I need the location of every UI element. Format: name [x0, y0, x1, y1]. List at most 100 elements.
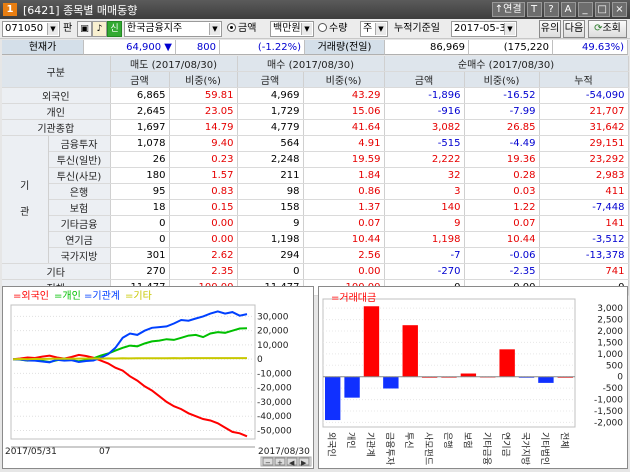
cell-col-4: -1,896 — [384, 87, 465, 104]
cell-col-0: 1,697 — [110, 119, 170, 136]
lock-icon[interactable]: ▣ — [77, 21, 92, 37]
y-tick-label: 500 — [606, 361, 623, 371]
cell-col-0: 270 — [110, 263, 170, 280]
cell-col-2: 564 — [237, 135, 304, 152]
y-tick-label: 2,500 — [597, 316, 623, 326]
cell-col-0: 1,078 — [110, 135, 170, 152]
qty-unit-select[interactable]: 주 ▼ — [360, 21, 388, 37]
zoom-glyph: ▶ — [301, 459, 307, 467]
zoom-glyph: + — [277, 459, 283, 467]
unit-value: 백만원 — [273, 23, 301, 34]
row-label: 투신(일반) — [48, 151, 111, 168]
prev-volume: (175,220 — [469, 40, 553, 55]
qty-unit-value: 주 — [363, 23, 373, 34]
chevron-down-icon[interactable]: ▼ — [301, 23, 312, 35]
search-button[interactable]: ⟳조회 — [588, 20, 627, 38]
table-row[interactable]: 투신(사모) 180 1.57 211 1.84 32 0.28 2,983 — [2, 167, 629, 184]
radio-dot-icon — [227, 23, 236, 32]
row-label: 기타 — [2, 263, 111, 280]
x-tick-label: 외국인 — [326, 432, 338, 457]
x-tick-label: 기타금융 — [481, 432, 492, 465]
font-button[interactable]: A — [560, 2, 576, 17]
cell-col-6: 411 — [539, 183, 629, 200]
row-label: 연기금 — [48, 231, 111, 248]
caution-button[interactable]: 유의 — [539, 20, 561, 38]
cell-col-5: 26.85 — [464, 119, 540, 136]
table-row[interactable]: 기관종합 1,697 14.79 4,779 41.64 3,082 26.85 31,642 — [2, 119, 629, 136]
link-button[interactable]: ↑연결 — [491, 2, 525, 17]
stock-name-field[interactable]: 한국금융지주 ▼ — [124, 21, 222, 37]
bar-chart-svg: 3,0002,5002,0001,5001,0005000-500-1,000-… — [322, 292, 624, 466]
chevron-down-icon[interactable]: ▼ — [375, 23, 386, 35]
table-row[interactable]: 기타금융 0 0.00 9 0.07 9 0.07 141 — [2, 215, 629, 232]
radio-amount[interactable]: 금액 — [227, 21, 256, 37]
cell-col-0: 2,645 — [110, 103, 170, 120]
pan-label[interactable]: 판 — [63, 21, 72, 37]
table-row[interactable]: 투신(일반) 26 0.23 2,248 19.59 2,222 19.36 23,292 — [2, 151, 629, 168]
legend-entry: =외국인 — [13, 290, 49, 302]
cell-col-0: 0 — [110, 215, 170, 232]
table-row[interactable]: 개인 2,645 23.05 1,729 15.06 -916 -7.99 21,707 — [2, 103, 629, 120]
change-percent: (-1.22%) — [220, 40, 305, 55]
base-date-input[interactable]: 2017-05-31 ▼ — [451, 21, 517, 37]
x-tick-label: 은행 — [442, 432, 454, 449]
legend-entry: =거래대금 — [331, 292, 376, 304]
table-row[interactable]: 기타 270 2.35 0 0.00 -270 -2.35 741 — [2, 263, 629, 280]
sin-badge[interactable]: 신 — [107, 21, 122, 37]
table-row[interactable]: 외국인 6,865 59.81 4,969 43.29 -1,896 -16.52 -54,0… — [2, 87, 629, 104]
y-tick-label: 0 — [617, 373, 623, 383]
cell-col-1: 0.00 — [169, 215, 238, 232]
table-row[interactable]: 국가지방 301 2.62 294 2.56 -7 -0.06 -13,378 — [2, 247, 629, 264]
bell-icon[interactable]: ♪ — [92, 21, 107, 37]
gigwan-char-2: 관 — [20, 206, 30, 218]
cell-col-6: 23,292 — [539, 151, 629, 168]
t-button[interactable]: T — [526, 2, 542, 17]
chevron-down-icon[interactable]: ▼ — [47, 23, 58, 35]
cell-col-6: 21,707 — [539, 103, 629, 120]
y-tick-label: 20,000 — [257, 327, 289, 337]
chevron-down-icon[interactable]: ▼ — [209, 23, 220, 35]
radio-qty-label: 수량 — [329, 23, 348, 34]
y-tick-label: -50,000 — [257, 426, 292, 436]
volume-value: 86,969 — [385, 40, 469, 55]
subheader-5: 비중(%) — [464, 71, 540, 88]
cell-col-4: 1,198 — [384, 231, 465, 248]
radio-qty[interactable]: 수량 — [318, 21, 347, 37]
cell-col-6: 741 — [539, 263, 629, 280]
y-tick-label: 3,000 — [597, 304, 623, 314]
cell-col-1: 1.57 — [169, 167, 238, 184]
cell-col-1: 2.35 — [169, 263, 238, 280]
bar-1 — [344, 376, 360, 398]
cell-col-3: 0.07 — [303, 215, 385, 232]
close-button[interactable]: × — [612, 2, 627, 17]
cell-col-2: 158 — [237, 199, 304, 216]
stock-code-input[interactable]: 071050 ▼ — [2, 21, 60, 37]
cell-col-5: 1.22 — [464, 199, 540, 216]
cell-col-0: 301 — [110, 247, 170, 264]
row-label: 투신(사모) — [48, 167, 111, 184]
legend-entry: =기관계 — [84, 290, 120, 302]
row-label: 금융투자 — [48, 135, 111, 152]
bar-9 — [499, 349, 515, 377]
bar-3 — [383, 376, 399, 389]
maximize-button[interactable]: □ — [594, 2, 610, 17]
row-label: 외국인 — [2, 87, 111, 104]
chevron-down-icon[interactable]: ▼ — [504, 23, 515, 35]
cell-col-3: 4.91 — [303, 135, 385, 152]
price-label: 현재가 — [2, 40, 84, 55]
next-button[interactable]: 다음 — [563, 20, 585, 38]
cell-col-3: 15.06 — [303, 103, 385, 120]
unit-select[interactable]: 백만원 ▼ — [270, 21, 314, 37]
table-row[interactable]: 기 관 금융투자 1,078 9.40 564 4.91 -515 -4.49 29,151 — [2, 135, 629, 264]
y-tick-label: -500 — [603, 384, 624, 394]
table-row[interactable]: 은행 95 0.83 98 0.86 3 0.03 411 — [2, 183, 629, 200]
cell-col-4: -916 — [384, 103, 465, 120]
cell-col-5: 0.03 — [464, 183, 540, 200]
cell-col-5: -4.49 — [464, 135, 540, 152]
help-button[interactable]: ? — [543, 2, 559, 17]
table-row[interactable]: 연기금 0 0.00 1,198 10.44 1,198 10.44 -3,512 — [2, 231, 629, 248]
minimize-button[interactable]: _ — [577, 2, 593, 17]
plot-area — [322, 298, 576, 428]
y-tick-label: 10,000 — [257, 341, 289, 351]
table-row[interactable]: 보험 18 0.15 158 1.37 140 1.22 -7,448 — [2, 199, 629, 216]
